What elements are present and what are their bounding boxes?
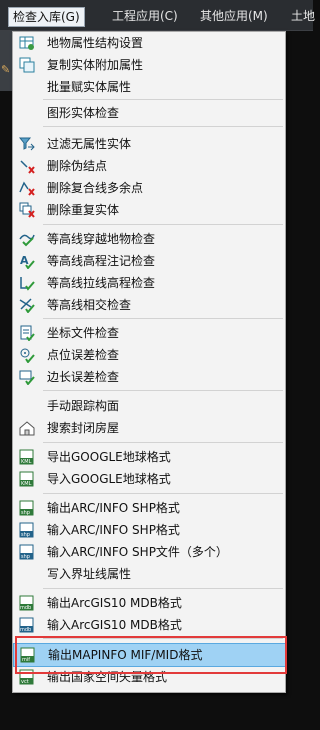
- point-error-check-icon: [19, 347, 35, 363]
- shp-import-multiple-icon: shp: [19, 544, 35, 560]
- menu-item-delete-polyline-points[interactable]: 删除复合线多余点: [13, 177, 285, 199]
- menu-item-search-closed-house[interactable]: 搜索封闭房屋: [13, 417, 285, 439]
- menu-item-import-google-earth[interactable]: KML 导入GOOGLE地球格式: [13, 468, 285, 490]
- edge-error-check-icon: [19, 369, 35, 385]
- menu-item-filter-entity[interactable]: 过滤无属性实体: [13, 133, 285, 155]
- delete-node-icon: [19, 158, 35, 174]
- kml-import-icon: KML: [19, 471, 35, 487]
- separator: [43, 390, 283, 391]
- menu-item-import-mdb[interactable]: mdb 输入ArcGIS10 MDB格式: [13, 614, 285, 636]
- highlight-box: [15, 636, 287, 674]
- menu-item-export-mdb[interactable]: mdb 输出ArcGIS10 MDB格式: [13, 592, 285, 614]
- shp-export-icon: shp: [19, 500, 35, 516]
- separator: [43, 588, 283, 589]
- menu-check-import[interactable]: 检查入库(G): [8, 7, 85, 27]
- menu-item-copy-attributes[interactable]: 复制实体附加属性: [13, 54, 285, 76]
- contour-intersect-check-icon: [19, 297, 35, 313]
- menu-item-import-shp[interactable]: shp 输入ARC/INFO SHP格式: [13, 519, 285, 541]
- menu-land[interactable]: 土地: [287, 7, 319, 25]
- copy-attributes-icon: [19, 57, 35, 73]
- contour-cross-check-icon: [19, 231, 35, 247]
- mdb-export-icon: mdb: [19, 595, 35, 611]
- menu-bar: 检查入库(G) 工程应用(C) 其他应用(M) 土地: [0, 0, 315, 31]
- contour-line-check-icon: [19, 275, 35, 291]
- menu-item-coordinate-file-check[interactable]: 坐标文件检查: [13, 322, 285, 344]
- check-import-dropdown: 地物属性结构设置 复制实体附加属性 批量赋实体属性 图形实体检查 过滤无属性实体…: [12, 31, 287, 693]
- menu-item-contour-cross-check[interactable]: 等高线穿越地物检查: [13, 228, 285, 250]
- toolbar-strip: ✎: [0, 31, 12, 91]
- table-settings-icon: [19, 35, 35, 51]
- svg-text:vct: vct: [21, 679, 29, 685]
- menu-item-export-shp[interactable]: shp 输出ARC/INFO SHP格式: [13, 497, 285, 519]
- menu-item-edge-error-check[interactable]: 边长误差检查: [13, 366, 285, 388]
- menu-item-import-shp-multiple[interactable]: shp 输入ARC/INFO SHP文件（多个）: [13, 541, 285, 563]
- menu-item-delete-duplicate[interactable]: 删除重复实体: [13, 199, 285, 221]
- shp-import-icon: shp: [19, 522, 35, 538]
- separator: [43, 442, 283, 443]
- svg-text:mdb: mdb: [20, 605, 31, 611]
- menu-engineering[interactable]: 工程应用(C): [108, 7, 182, 25]
- menu-other-apps[interactable]: 其他应用(M): [196, 7, 272, 25]
- menu-item-write-boundary-attributes[interactable]: 写入界址线属性: [13, 563, 285, 585]
- menu-item-contour-annotation-check[interactable]: A 等高线高程注记检查: [13, 250, 285, 272]
- separator: [43, 126, 283, 127]
- menu-item-delete-pseudo-node[interactable]: 删除伪结点: [13, 155, 285, 177]
- coordinate-file-check-icon: [19, 325, 35, 341]
- menu-item-manual-track-face[interactable]: 手动跟踪构面: [13, 395, 285, 417]
- svg-text:A: A: [20, 254, 29, 267]
- menu-item-graphic-entity-check[interactable]: 图形实体检查: [13, 102, 285, 124]
- svg-text:mdb: mdb: [20, 627, 31, 633]
- menu-item-attribute-structure[interactable]: 地物属性结构设置: [13, 32, 285, 54]
- menu-item-export-google-earth[interactable]: KML 导出GOOGLE地球格式: [13, 446, 285, 468]
- svg-text:KML: KML: [21, 481, 32, 487]
- separator: [43, 493, 283, 494]
- menu-item-contour-line-check[interactable]: 等高线拉线高程检查: [13, 272, 285, 294]
- separator: [43, 318, 283, 319]
- menu-item-point-error-check[interactable]: 点位误差检查: [13, 344, 285, 366]
- separator: [43, 224, 283, 225]
- delete-polyline-points-icon: [19, 180, 35, 196]
- filter-entity-icon: [19, 136, 35, 152]
- svg-text:shp: shp: [21, 510, 30, 516]
- delete-duplicate-icon: [19, 202, 35, 218]
- mdb-import-icon: mdb: [19, 617, 35, 633]
- pencil-icon[interactable]: ✎: [1, 63, 11, 77]
- svg-text:KML: KML: [21, 459, 32, 465]
- menu-item-batch-attributes[interactable]: 批量赋实体属性: [13, 76, 285, 98]
- kml-export-icon: KML: [19, 449, 35, 465]
- menu-item-contour-intersect-check[interactable]: 等高线相交检查: [13, 294, 285, 316]
- house-search-icon: [19, 420, 35, 436]
- svg-text:shp: shp: [21, 554, 30, 560]
- svg-text:shp: shp: [21, 532, 30, 538]
- contour-annotation-check-icon: A: [19, 253, 35, 269]
- separator: [43, 99, 283, 100]
